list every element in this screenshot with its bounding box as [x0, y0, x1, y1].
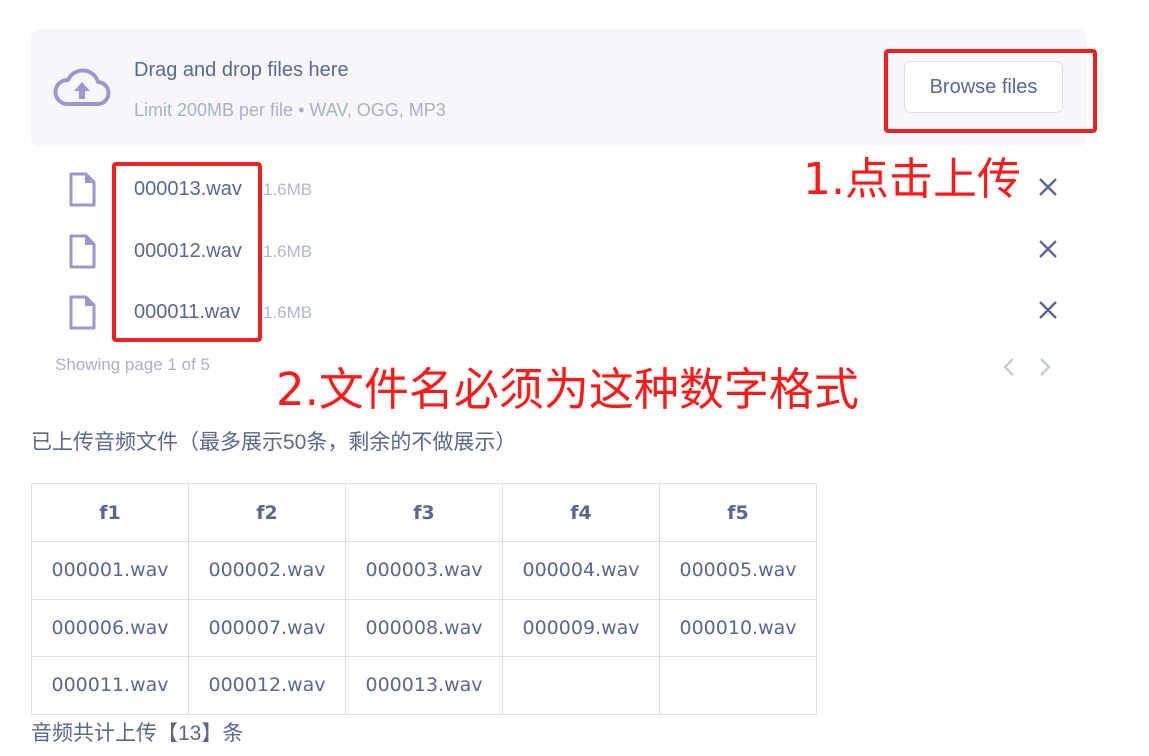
pagination-status: Showing page 1 of 5	[55, 355, 211, 374]
file-icon	[69, 295, 96, 330]
column-header: f5	[659, 483, 817, 542]
close-icon[interactable]	[1036, 298, 1060, 322]
file-size: 1.6MB	[263, 303, 313, 322]
column-header: f1	[31, 483, 189, 542]
table-cell: 000005.wav	[659, 541, 817, 600]
annotation-step2: 2.文件名必须为这种数字格式	[276, 363, 859, 416]
file-size: 1.6MB	[263, 180, 313, 199]
close-icon[interactable]	[1036, 175, 1060, 199]
table-cell: 000009.wav	[502, 598, 660, 657]
close-icon[interactable]	[1036, 237, 1060, 261]
uploaded-files-table: f1 f2 f3 f4 f5 000001.wav 000002.wav 000…	[31, 483, 817, 715]
table-cell: 000013.wav	[345, 656, 503, 715]
file-icon	[69, 234, 96, 269]
table-header-row: f1 f2 f3 f4 f5	[31, 483, 817, 542]
column-header: f2	[188, 483, 346, 542]
table-cell: 000007.wav	[188, 598, 346, 657]
dropzone-title: Drag and drop files here	[134, 59, 349, 81]
column-header: f4	[502, 483, 660, 542]
table-cell: 000010.wav	[659, 598, 817, 657]
table-row: 000006.wav 000007.wav 000008.wav 000009.…	[31, 598, 817, 657]
annotation-highlight-browse	[884, 49, 1097, 133]
table-cell	[659, 656, 817, 715]
file-size: 1.6MB	[263, 242, 313, 261]
chevron-right-icon[interactable]	[1037, 356, 1053, 378]
table-cell: 000003.wav	[345, 541, 503, 600]
table-cell: 000012.wav	[188, 656, 346, 715]
chevron-left-icon[interactable]	[1001, 356, 1017, 378]
table-row: 000001.wav 000002.wav 000003.wav 000004.…	[31, 541, 817, 600]
annotation-step1: 1.点击上传	[803, 154, 1021, 205]
cloud-upload-icon	[53, 68, 111, 106]
upload-count-summary: 音频共计上传【13】条	[31, 722, 244, 745]
uploaded-section-title: 已上传音频文件（最多展示50条，剩余的不做展示）	[31, 431, 517, 454]
table-cell: 000006.wav	[31, 598, 189, 657]
table-cell: 000004.wav	[502, 541, 660, 600]
table-cell: 000001.wav	[31, 541, 189, 600]
table-cell: 000008.wav	[345, 598, 503, 657]
table-cell: 000002.wav	[188, 541, 346, 600]
table-row: 000011.wav 000012.wav 000013.wav	[31, 656, 817, 715]
table-cell	[502, 656, 660, 715]
file-icon	[69, 172, 96, 207]
dropzone-limit-text: Limit 200MB per file • WAV, OGG, MP3	[134, 100, 446, 120]
annotation-highlight-filenames	[112, 162, 262, 342]
column-header: f3	[345, 483, 503, 542]
table-cell: 000011.wav	[31, 656, 189, 715]
